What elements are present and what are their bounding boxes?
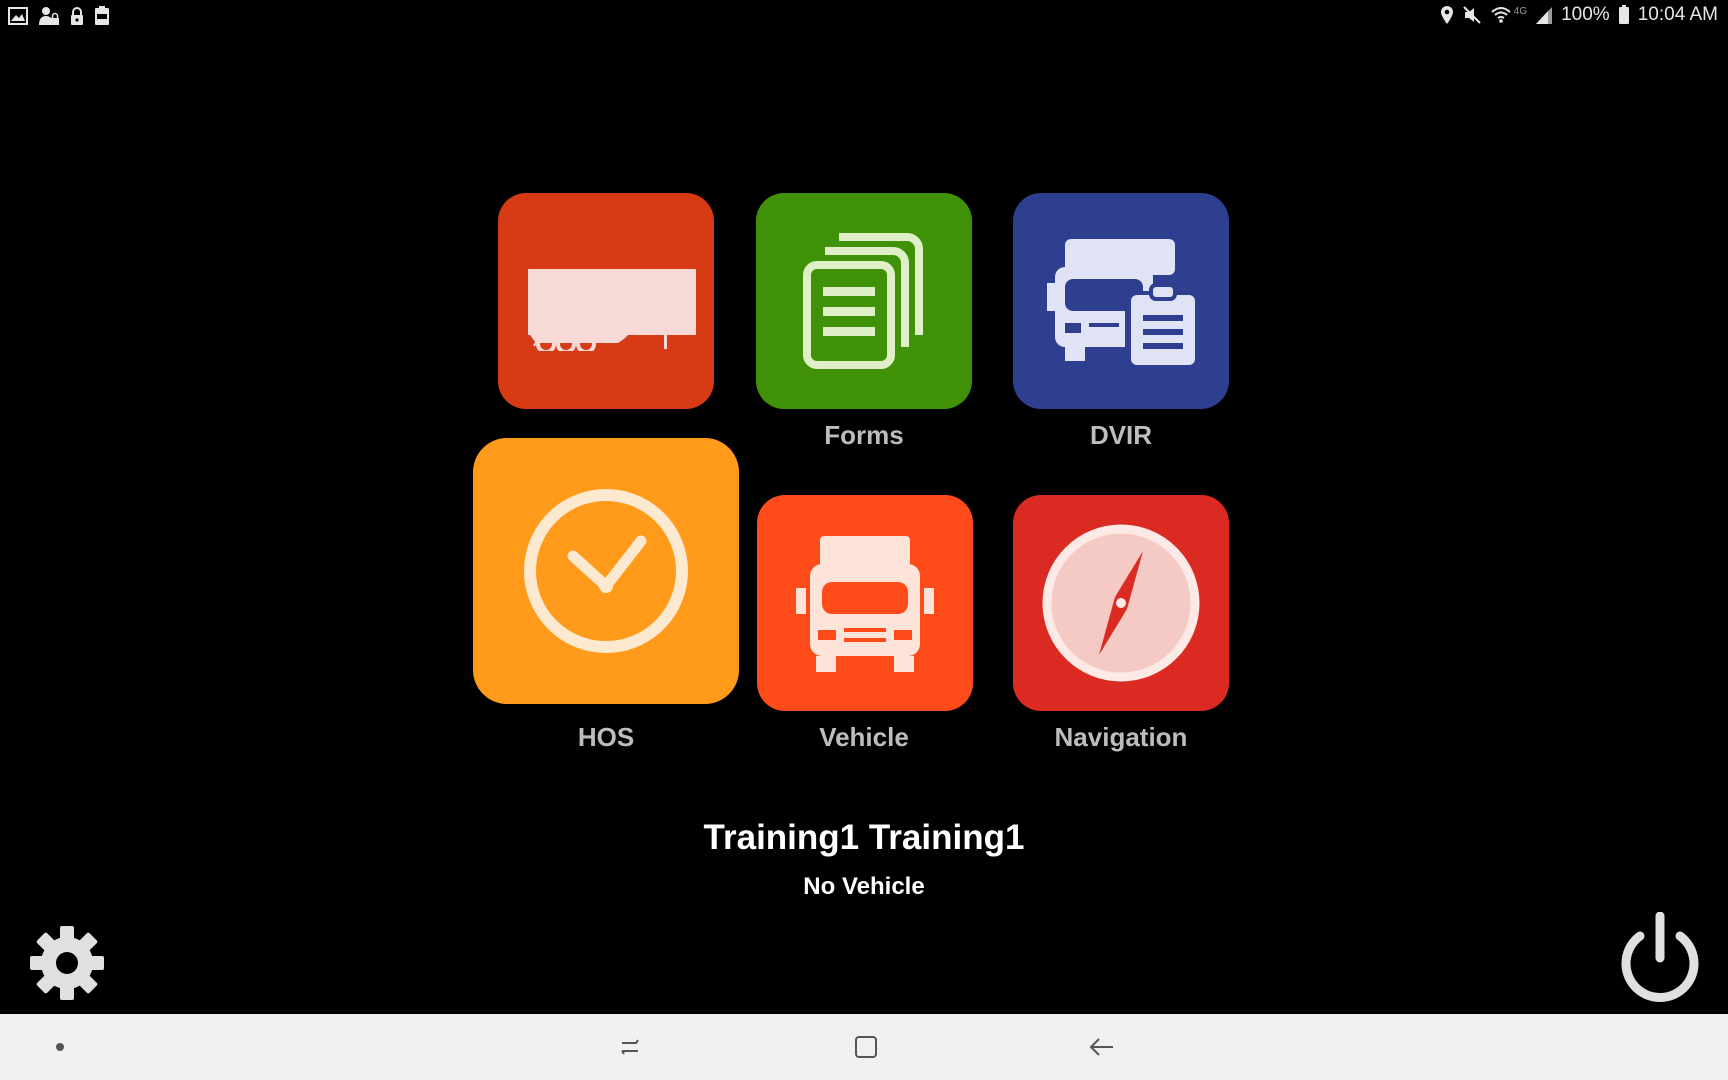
truck-icon — [796, 536, 934, 672]
status-bar: 4G 100% 10:04 AM — [0, 0, 1728, 34]
recents-icon — [621, 1039, 639, 1055]
navigation-label: Navigation — [1054, 722, 1188, 752]
back-button[interactable] — [1072, 1014, 1132, 1080]
compass-icon — [1042, 524, 1200, 682]
network-type-label: 4G — [1513, 5, 1528, 17]
hos-tile[interactable] — [473, 438, 739, 704]
status-left-icons — [8, 6, 110, 26]
home-screen: 4G 100% 10:04 AM Forms DVIR HOS Vehicle … — [0, 0, 1728, 1080]
mute-icon — [1463, 6, 1481, 24]
power-button[interactable] — [1616, 911, 1704, 1004]
user-lock-icon — [39, 7, 59, 25]
location-icon — [1440, 6, 1453, 24]
vehicle-tile[interactable] — [757, 495, 973, 711]
trailer-tile[interactable] — [498, 193, 714, 409]
settings-button[interactable] — [28, 924, 106, 1002]
dvir-label: DVIR — [1089, 420, 1153, 450]
gear-icon — [30, 926, 104, 1000]
forms-label: Forms — [824, 420, 904, 450]
home-button[interactable] — [836, 1014, 896, 1080]
nav-dot[interactable] — [40, 1014, 80, 1080]
battery-percent: 100% — [1561, 4, 1610, 25]
clock-time: 10:04 AM — [1637, 4, 1718, 25]
truck-clipboard-icon — [1047, 239, 1199, 369]
home-icon — [855, 1036, 877, 1058]
lock-icon — [71, 7, 83, 25]
vehicle-label: Vehicle — [819, 722, 909, 752]
recents-button[interactable] — [600, 1014, 660, 1080]
navigation-tile[interactable] — [1013, 495, 1229, 711]
clock-icon — [524, 489, 688, 653]
status-right-icons: 4G 100% 10:04 AM — [1440, 4, 1718, 26]
system-nav-bar — [0, 1014, 1728, 1080]
battery-100-icon — [95, 6, 109, 25]
hos-label: HOS — [577, 722, 635, 752]
driver-name: Training1 Training1 — [703, 818, 1025, 857]
vehicle-status: No Vehicle — [803, 873, 925, 900]
wifi-icon — [1491, 7, 1511, 23]
dvir-tile[interactable] — [1013, 193, 1229, 409]
battery-icon — [1618, 5, 1629, 24]
signal-icon — [1536, 7, 1553, 24]
power-icon — [1621, 911, 1699, 1002]
image-icon — [8, 7, 28, 25]
forms-tile[interactable] — [756, 193, 972, 409]
documents-icon — [803, 233, 923, 369]
back-icon — [1089, 1038, 1113, 1056]
dot-icon — [56, 1043, 64, 1051]
trailer-icon — [528, 269, 696, 351]
